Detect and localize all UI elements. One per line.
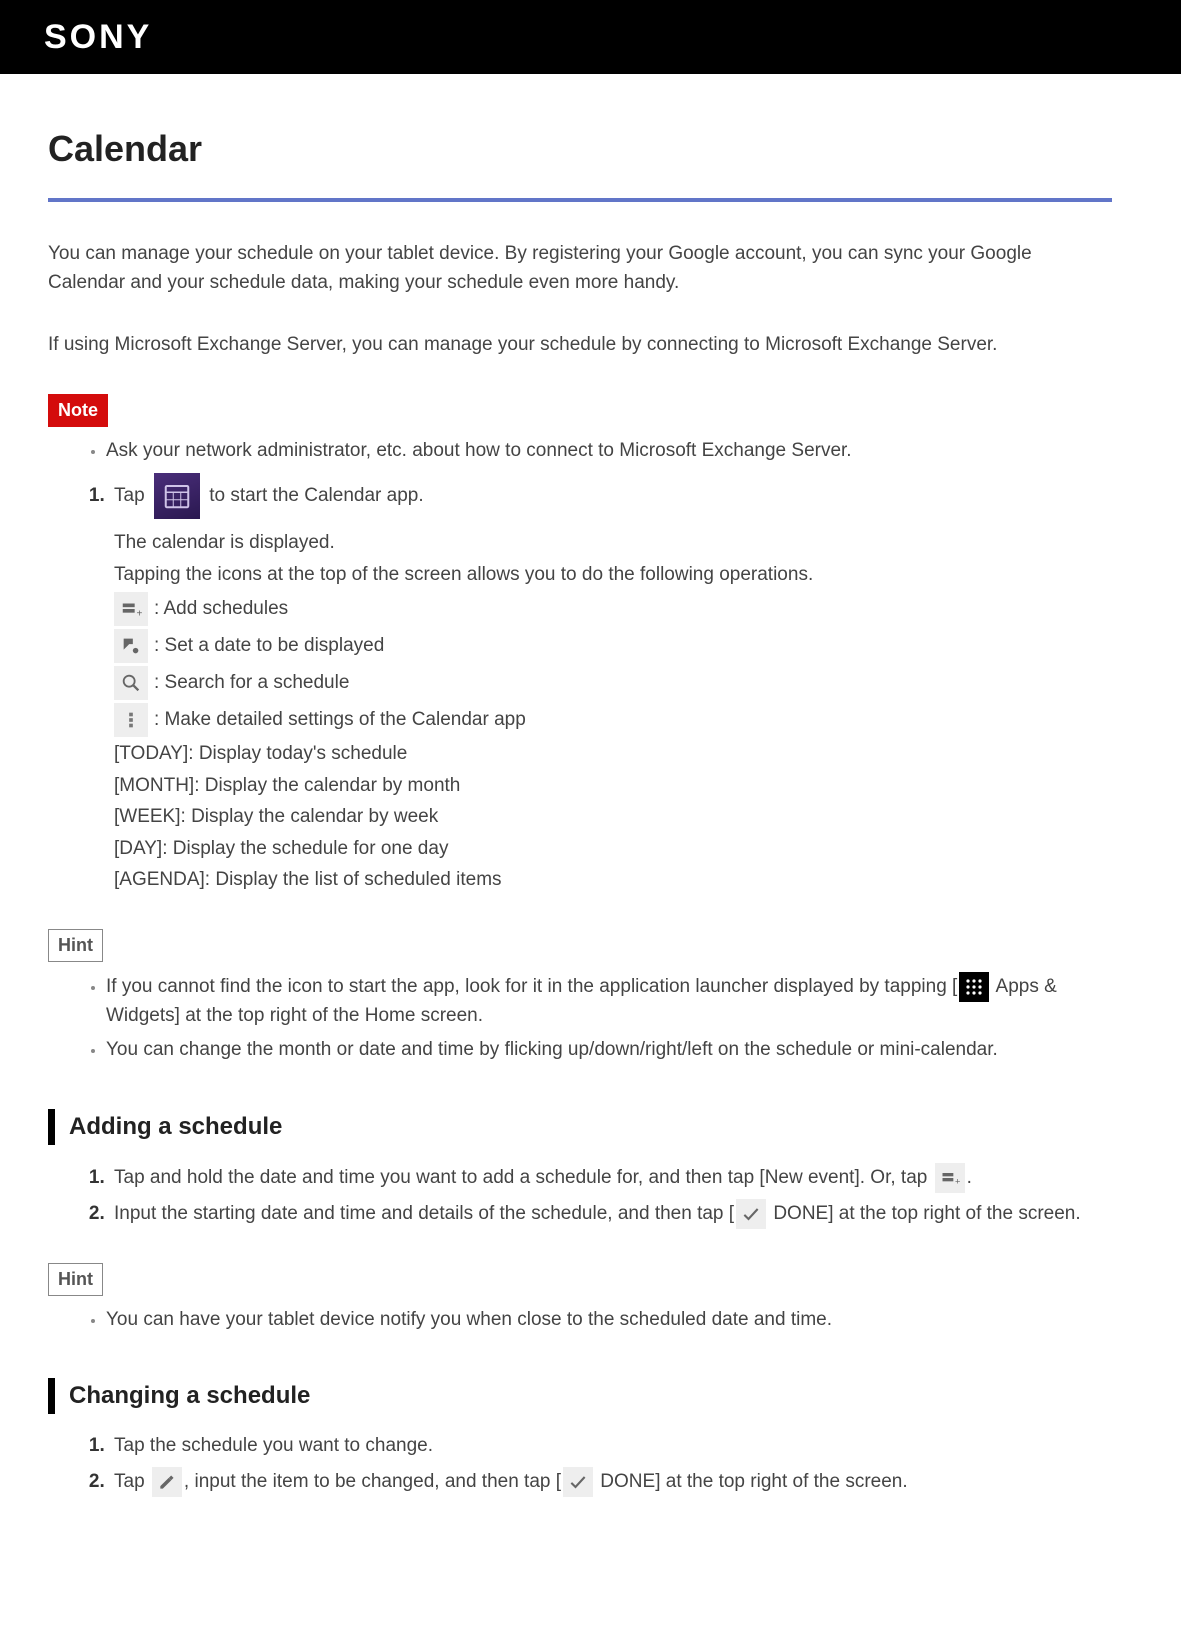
section-changing: Changing a schedule <box>48 1378 1112 1414</box>
changing-steps: Tap the schedule you want to change. Tap… <box>48 1432 1112 1497</box>
change-step-1: Tap the schedule you want to change. <box>110 1432 1112 1461</box>
hint-label-2: Hint <box>48 1263 103 1296</box>
note-block: Note Ask your network administrator, etc… <box>48 394 1112 466</box>
title-divider <box>48 198 1112 202</box>
hint-1-text-a: If you cannot find the icon to start the… <box>106 976 957 997</box>
svg-text:+: + <box>137 608 143 619</box>
change-step-2: Tap , input the item to be changed, and … <box>110 1467 1112 1497</box>
checkmark-icon-2 <box>563 1467 593 1497</box>
hint-list-1: If you cannot find the icon to start the… <box>48 972 1112 1065</box>
step-1-sub: The calendar is displayed. Tapping the i… <box>114 529 1112 895</box>
section-adding: Adding a schedule <box>48 1109 1112 1145</box>
note-label: Note <box>48 394 108 427</box>
add-step-1: Tap and hold the date and time you want … <box>110 1163 1112 1193</box>
intro-paragraph-1: You can manage your schedule on your tab… <box>48 240 1112 297</box>
note-list: Ask your network administrator, etc. abo… <box>48 437 1112 466</box>
step-1-sub-line-2: Tapping the icons at the top of the scre… <box>114 561 1112 590</box>
svg-text:+: + <box>955 1176 960 1186</box>
icon-row-date: : Set a date to be displayed <box>114 629 1112 663</box>
icon-row-add: + : Add schedules <box>114 592 1112 626</box>
search-icon <box>114 666 148 700</box>
set-date-icon <box>114 629 148 663</box>
step-1: Tap to start the Calendar app. The calen… <box>110 473 1112 895</box>
adding-steps: Tap and hold the date and time you want … <box>48 1163 1112 1229</box>
change-step-2-c: DONE] at the top right of the screen. <box>595 1471 908 1492</box>
add-schedule-icon: + <box>114 592 148 626</box>
intro-block: You can manage your schedule on your tab… <box>48 240 1112 297</box>
add-step-1-pre: Tap and hold the date and time you want … <box>114 1167 933 1188</box>
sony-logo: SONY <box>44 12 152 63</box>
hint-label-1: Hint <box>48 929 103 962</box>
hint-item-1: If you cannot find the icon to start the… <box>106 972 1112 1031</box>
add-step-1-post: . <box>967 1167 972 1188</box>
header-bar: SONY <box>0 0 1181 74</box>
hint-list-2: You can have your tablet device notify y… <box>48 1306 1112 1335</box>
icon-row-settings-text: : Make detailed settings of the Calendar… <box>154 706 526 735</box>
icon-row-settings: : Make detailed settings of the Calendar… <box>114 703 1112 737</box>
step-1-sub-line-1: The calendar is displayed. <box>114 529 1112 558</box>
page-title: Calendar <box>48 122 1112 176</box>
step-1-text-pre: Tap <box>114 485 150 506</box>
intro-paragraph-2: If using Microsoft Exchange Server, you … <box>48 331 1112 360</box>
hint-item-2: You can change the month or date and tim… <box>106 1036 1112 1065</box>
icon-row-date-text: : Set a date to be displayed <box>154 632 384 661</box>
view-agenda: [AGENDA]: Display the list of scheduled … <box>114 866 1112 895</box>
note-item: Ask your network administrator, etc. abo… <box>106 437 1112 466</box>
change-step-2-a: Tap <box>114 1471 150 1492</box>
view-month: [MONTH]: Display the calendar by month <box>114 772 1112 801</box>
main-steps: Tap to start the Calendar app. The calen… <box>48 473 1112 895</box>
add-step-2-pre: Input the starting date and time and det… <box>114 1203 734 1224</box>
add-hint-item: You can have your tablet device notify y… <box>106 1306 1112 1335</box>
pencil-edit-icon <box>152 1467 182 1497</box>
main-content: Calendar You can manage your schedule on… <box>0 74 1160 1551</box>
checkmark-icon <box>736 1199 766 1229</box>
icon-row-search-text: : Search for a schedule <box>154 669 349 698</box>
step-1-text-post: to start the Calendar app. <box>204 485 424 506</box>
add-schedule-icon-inline: + <box>935 1163 965 1193</box>
view-week: [WEEK]: Display the calendar by week <box>114 803 1112 832</box>
change-step-2-b: , input the item to be changed, and then… <box>184 1471 561 1492</box>
add-step-2-post: DONE] at the top right of the screen. <box>768 1203 1081 1224</box>
apps-grid-icon <box>959 972 989 1002</box>
overflow-menu-icon <box>114 703 148 737</box>
view-today: [TODAY]: Display today's schedule <box>114 740 1112 769</box>
view-day: [DAY]: Display the schedule for one day <box>114 835 1112 864</box>
calendar-app-icon <box>154 473 200 519</box>
icon-row-search: : Search for a schedule <box>114 666 1112 700</box>
add-step-2: Input the starting date and time and det… <box>110 1199 1112 1229</box>
icon-row-add-text: : Add schedules <box>154 595 288 624</box>
intro-block-2: If using Microsoft Exchange Server, you … <box>48 331 1112 360</box>
